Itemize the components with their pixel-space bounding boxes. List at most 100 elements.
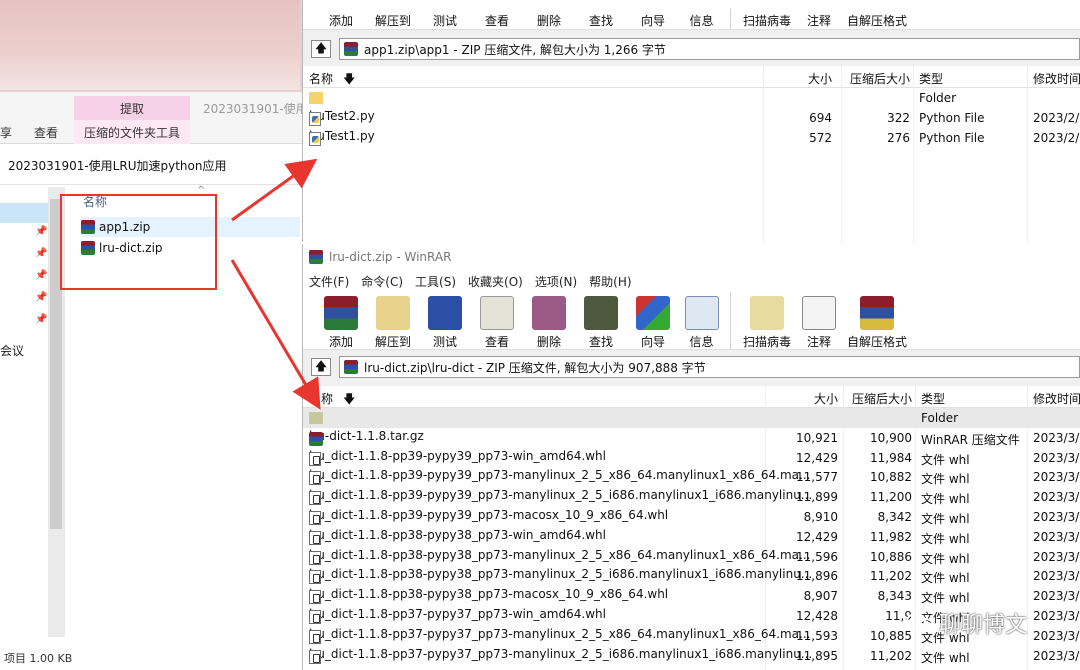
row-size: 572 [809,130,832,145]
toolbar-comment-button[interactable]: 注释 [793,9,845,29]
toolbar-delete-button[interactable]: 删除 [523,292,575,350]
table-row[interactable]: lruTest1.py 572 276 Python File 2023/2/1 [303,128,1080,148]
menu-help[interactable]: 帮助(H) [589,273,631,290]
table-row[interactable]: lru_dict-1.1.8-pp39-pypy39_pp73-manylinu… [303,487,1080,507]
row-packed-size: 10,886 [870,549,912,564]
toolbar-info-button[interactable]: 信息 [679,9,731,29]
archive-path-box[interactable]: lru-dict.zip\lru-dict - ZIP 压缩文件, 解包大小为 … [339,356,1080,378]
menu-favorites[interactable]: 收藏夹(O) [468,273,523,290]
menu-file[interactable]: 文件(F) [309,273,349,290]
table-row[interactable]: lru_dict-1.1.8-pp37-pypy37_pp73-manylinu… [303,646,1080,666]
address-bar[interactable]: 2023031901-使用LRU加速python应用 [0,145,305,185]
wizard-icon [636,296,670,330]
toolbar-virus-scan-button[interactable]: 扫描病毒 [741,9,793,29]
toolbar-view-button[interactable]: 查看 [471,9,523,29]
whl-file-icon [309,570,321,585]
table-row[interactable]: lru_dict-1.1.8-pp38-pypy38_pp73-win_amd6… [303,527,1080,547]
row-type: 文件 whl [921,551,970,566]
column-header-size[interactable]: 大小 [808,70,832,87]
whl-file-icon [309,471,321,486]
table-row[interactable]: lru_dict-1.1.8-pp38-pypy38_pp73-macosx_1… [303,586,1080,606]
row-modified: 2023/3/1 [1033,450,1080,465]
ribbon: 提取 压缩的文件夹工具 享 查看 2023031901-使用l [0,92,311,144]
row-modified: 2023/3/1 [1033,490,1080,505]
toolbar-add-button[interactable]: 添加 [315,292,367,350]
row-name: lru_dict-1.1.8-pp37-pypy37_pp73-manylinu… [309,627,810,644]
menu-tools[interactable]: 工具(S) [415,273,456,290]
extract-folder-icon [376,296,410,330]
up-folder-button[interactable]: 🡅 [311,358,331,376]
toolbar-virus-scan-button[interactable]: 扫描病毒 [741,292,793,350]
menu-commands[interactable]: 命令(C) [361,273,403,290]
column-header-modified[interactable]: 修改时间 [1033,390,1080,407]
nav-selected-item[interactable] [0,203,48,223]
up-folder-button[interactable]: 🡅 [311,40,331,58]
title-bar: lru-dict.zip - WinRAR [303,244,1080,270]
nav-item-meeting[interactable]: 会议 [0,342,24,359]
table-row[interactable]: lru_dict-1.1.8-pp39-pypy39_pp73-manylinu… [303,467,1080,487]
row-modified: 2023/3/1 [1033,648,1080,663]
row-size: 694 [809,110,832,125]
toolbar-find-button[interactable]: 查找 [575,292,627,350]
column-header-packed[interactable]: 压缩后大小 [850,70,910,87]
toolbar-comment-button[interactable]: 注释 [793,292,845,350]
column-header-packed[interactable]: 压缩后大小 [852,390,912,407]
row-name-text: lru_dict-1.1.8-pp37-pypy37_pp73-manylinu… [309,646,813,661]
menu-options[interactable]: 选项(N) [535,273,577,290]
toolbar-wizard-button[interactable]: 向导 [627,292,679,350]
row-name-text: lru_dict-1.1.8-pp38-pypy38_pp73-win_amd6… [309,527,606,542]
toolbar-delete-button[interactable]: 删除 [523,9,575,29]
row-size: 11,577 [796,470,838,485]
table-row[interactable]: lru_dict-1.1.8-pp39-pypy39_pp73-macosx_1… [303,507,1080,527]
table-row[interactable]: lru_dict-1.1.8-pp38-pypy38_pp73-manylinu… [303,547,1080,567]
toolbar-info-button[interactable]: 信息 [679,292,731,350]
column-header-name[interactable]: 名称 [309,390,333,407]
column-header-type[interactable]: 类型 [921,390,945,407]
toolbar-sfx-button[interactable]: 自解压格式 [845,9,909,29]
find-binoculars-icon [584,296,618,330]
row-name: lruTest2.py [309,109,375,126]
tab-share[interactable]: 享 [0,124,12,141]
row-type: Python File [919,110,985,125]
toolbar-extract-button[interactable]: 解压到 [367,9,419,29]
toolbar-view-button[interactable]: 查看 [471,292,523,350]
sfx-archive-icon [860,296,894,330]
archive-path-box[interactable]: app1.zip\app1 - ZIP 压缩文件, 解包大小为 1,266 字节 [339,38,1080,60]
table-row[interactable]: lruTest2.py 694 322 Python File 2023/2/1 [303,108,1080,128]
pin-icon[interactable]: 📌 [35,227,47,237]
row-packed-size: 11,984 [870,450,912,465]
toolbar-wizard-button[interactable]: 向导 [627,9,679,29]
tab-compressed-folder-tools[interactable]: 压缩的文件夹工具 [74,120,190,144]
tab-view[interactable]: 查看 [34,124,58,141]
column-header-modified[interactable]: 修改时间 [1033,70,1080,87]
pin-icon[interactable]: 📌 [35,271,47,281]
toolbar-extract-button[interactable]: 解压到 [367,292,419,350]
table-row[interactable]: lru_dict-1.1.8-pp38-pypy38_pp73-manylinu… [303,566,1080,586]
toolbar-test-button[interactable]: 测试 [419,292,471,350]
row-packed-size: 11,982 [870,529,912,544]
table-row[interactable]: lru-dict-1.1.8.tar.gz 10,921 10,900 WinRAR … [303,428,1080,448]
table-row[interactable]: .. Folder [303,408,1080,428]
view-glasses-icon [480,296,514,330]
row-type: WinRAR 压缩文件 [921,432,1020,447]
column-header-name[interactable]: 名称 [309,70,333,87]
toolbar: 添加 解压到 测试 查看 删除 查找 向导 信息 扫描病毒 注释 自解压格式 [303,0,1080,30]
toolbar-test-button[interactable]: 测试 [419,9,471,29]
row-name: .. [309,409,323,424]
toolbar: 添加 解压到 测试 查看 删除 查找 向导 信息 扫描病毒 注释 自解压格式 [303,292,1080,350]
navigation-pane[interactable]: 📌 📌 📌 📌 📌 [0,187,48,637]
column-header-type[interactable]: 类型 [919,70,943,87]
column-header-size[interactable]: 大小 [814,390,838,407]
pin-icon[interactable]: 📌 [35,249,47,259]
tab-extract[interactable]: 提取 [74,96,190,120]
pin-icon[interactable]: 📌 [35,315,47,325]
pin-icon[interactable]: 📌 [35,293,47,303]
toolbar-sfx-button[interactable]: 自解压格式 [845,292,909,350]
table-row[interactable]: .. Folder [303,88,1080,108]
table-row[interactable]: lru_dict-1.1.8-pp39-pypy39_pp73-win_amd6… [303,448,1080,468]
comment-icon [802,296,836,330]
toolbar-add-button[interactable]: 添加 [315,9,367,29]
info-icon [684,296,719,330]
toolbar-find-button[interactable]: 查找 [575,9,627,29]
row-name: lru_dict-1.1.8-pp37-pypy37_pp73-manylinu… [309,646,813,664]
